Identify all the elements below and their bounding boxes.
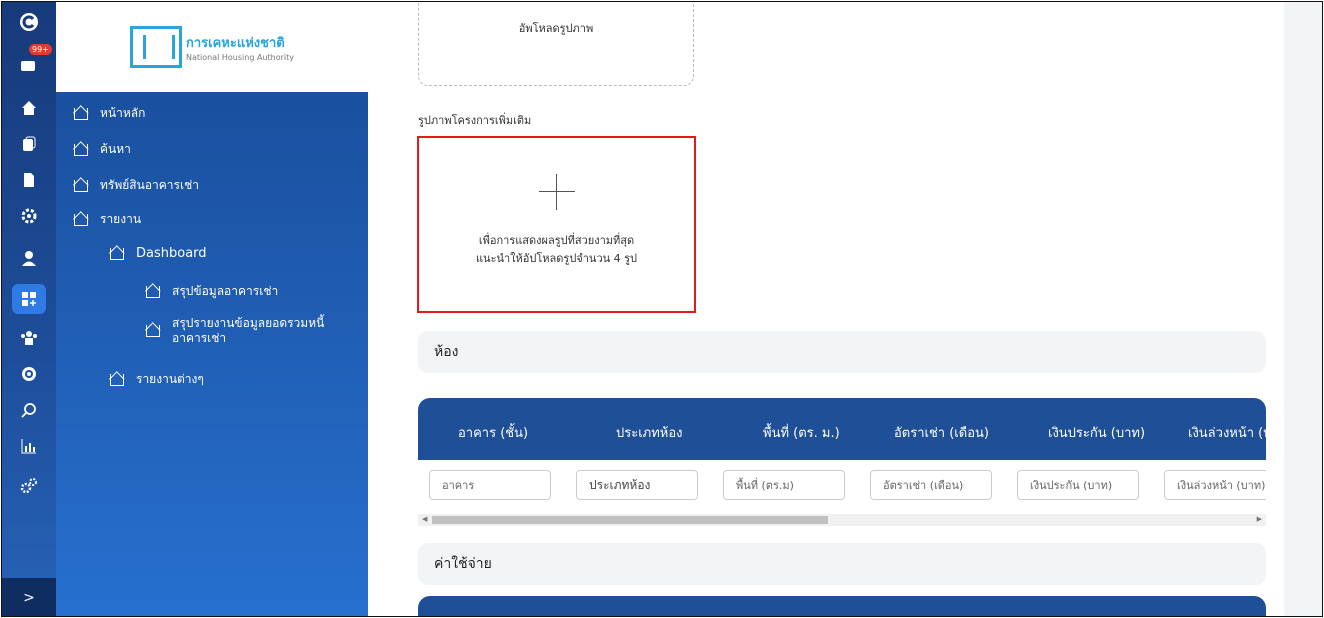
- sidebar-item-label: หน้าหลัก: [100, 106, 146, 120]
- filter-deposit-input[interactable]: เงินประกัน (บาท): [1017, 470, 1139, 500]
- sidebar-item-label: รายงาน: [100, 212, 142, 226]
- home-outline-icon: [110, 373, 124, 386]
- scrollbar-thumb[interactable]: [432, 516, 828, 524]
- sidebar-item-search[interactable]: ค้นหา: [74, 140, 131, 159]
- column-header[interactable]: ประเภทห้อง: [616, 422, 683, 443]
- home-outline-icon: [146, 325, 160, 337]
- brand-name-english: National Housing Authority: [186, 53, 294, 62]
- rooms-section-header[interactable]: ห้อง: [418, 331, 1266, 373]
- table-filter-row: อาคาร ประเภทห้อง พื้นที่ (ตร.ม) อัตราเช่…: [418, 460, 1266, 512]
- sidebar-item-assets[interactable]: ทรัพย์สินอาคารเช่า: [74, 176, 199, 195]
- column-header[interactable]: พื้นที่ (ตร. ม.): [763, 422, 840, 443]
- home-icon[interactable]: [2, 90, 56, 126]
- home-outline-icon: [74, 179, 88, 192]
- expenses-table-header: [418, 596, 1266, 616]
- home-outline-icon: [110, 247, 124, 260]
- upload-label: อัพโหลดรูปภาพ: [518, 22, 594, 35]
- home-outline-icon: [146, 285, 160, 298]
- add-photo-hint: เพื่อการแสดงผลรูปที่สวยงามที่สุด: [478, 234, 635, 247]
- settings-gear-icon[interactable]: [2, 198, 56, 234]
- column-header[interactable]: เงินล่วงหน้า (บาท): [1188, 422, 1266, 443]
- notification-badge: 99+: [29, 44, 52, 55]
- cogs-icon[interactable]: [2, 468, 56, 504]
- search-icon[interactable]: [2, 392, 56, 428]
- image-upload-area[interactable]: อัพโหลดรูปภาพ: [418, 2, 694, 86]
- home-outline-icon: [74, 213, 88, 226]
- filter-room-type-input[interactable]: ประเภทห้อง: [576, 470, 698, 500]
- horizontal-scrollbar[interactable]: ◀ ▶: [418, 514, 1266, 526]
- filter-rent-input[interactable]: อัตราเช่า (เดือน): [870, 470, 992, 500]
- sidebar: การเคหะแห่งชาติ National Housing Authori…: [56, 2, 368, 616]
- sidebar-item-dashboard[interactable]: Dashboard: [110, 246, 207, 261]
- sidebar-item-label: อาคารเช่า: [172, 331, 227, 345]
- home-outline-icon: [74, 143, 88, 156]
- filter-advance-input[interactable]: เงินล่วงหน้า (บาท): [1164, 470, 1266, 500]
- document-icon[interactable]: [2, 162, 56, 198]
- sidebar-item-label: ค้นหา: [100, 142, 131, 156]
- nha-logo-icon: [130, 26, 183, 68]
- expenses-section-header[interactable]: ค่าใช้จ่าย: [418, 543, 1266, 585]
- column-header[interactable]: อัตราเช่า (เดือน): [894, 422, 989, 443]
- sidebar-item-label: รายงานต่างๆ: [136, 372, 204, 386]
- copy-icon[interactable]: [2, 126, 56, 162]
- scroll-left-arrow-icon[interactable]: ◀: [422, 515, 427, 523]
- sidebar-item-home[interactable]: หน้าหลัก: [74, 104, 145, 123]
- add-photo-button[interactable]: เพื่อการแสดงผลรูปที่สวยงามที่สุด แนะนำให…: [417, 136, 696, 313]
- app-logo-icon[interactable]: [2, 4, 56, 40]
- home-outline-icon: [74, 107, 88, 120]
- rooms-table: อาคาร (ชั้น) ประเภทห้อง พื้นที่ (ตร. ม.)…: [418, 398, 1266, 530]
- target-icon[interactable]: [2, 356, 56, 392]
- scroll-right-arrow-icon[interactable]: ▶: [1257, 515, 1262, 523]
- extra-photos-label: รูปภาพโครงการเพิ่มเติม: [418, 114, 532, 127]
- column-header[interactable]: อาคาร (ชั้น): [458, 422, 528, 443]
- section-title: ค่าใช้จ่าย: [434, 556, 492, 572]
- notification-icon[interactable]: 99+: [2, 44, 56, 82]
- plus-icon: [538, 174, 575, 210]
- sidebar-item-misc-reports[interactable]: รายงานต่างๆ: [110, 370, 204, 389]
- sidebar-item-label: Dashboard: [136, 246, 207, 261]
- app-frame: 99+ > การเคหะแห่งชาติ National Housing A…: [1, 1, 1323, 617]
- main-content: อัพโหลดรูปภาพ รูปภาพโครงการเพิ่มเติม เพื…: [368, 2, 1284, 616]
- section-title: ห้อง: [434, 344, 459, 360]
- sidebar-item-debt-summary[interactable]: สรุปรายงานข้อมูลยอดรวมหนี้ อาคารเช่า: [146, 316, 324, 346]
- sidebar-item-label: สรุปข้อมูลอาคารเช่า: [172, 284, 279, 298]
- dashboard-add-icon[interactable]: [12, 284, 46, 314]
- expand-sidebar-button[interactable]: >: [2, 578, 56, 616]
- column-header[interactable]: เงินประกัน (บาท): [1048, 422, 1145, 443]
- filter-area-input[interactable]: พื้นที่ (ตร.ม): [723, 470, 845, 500]
- page-gutter: [1284, 2, 1322, 616]
- sidebar-item-label: สรุปรายงานข้อมูลยอดรวมหนี้: [172, 316, 325, 330]
- brand-logo: การเคหะแห่งชาติ National Housing Authori…: [56, 2, 368, 92]
- filter-building-input[interactable]: อาคาร: [429, 470, 551, 500]
- sidebar-item-label: ทรัพย์สินอาคารเช่า: [100, 178, 199, 192]
- sidebar-item-reports[interactable]: รายงาน: [74, 210, 141, 229]
- add-photo-hint: แนะนำให้อัปโหลดรูปจำนวน 4 รูป: [475, 252, 638, 265]
- user-icon[interactable]: [2, 240, 56, 276]
- sidebar-item-rental-summary[interactable]: สรุปข้อมูลอาคารเช่า: [146, 282, 278, 301]
- brand-name-thai: การเคหะแห่งชาติ: [186, 36, 285, 51]
- icon-rail: 99+ >: [2, 2, 56, 616]
- group-icon[interactable]: [2, 320, 56, 356]
- table-header: อาคาร (ชั้น) ประเภทห้อง พื้นที่ (ตร. ม.)…: [418, 398, 1266, 460]
- bar-chart-icon[interactable]: [2, 428, 56, 464]
